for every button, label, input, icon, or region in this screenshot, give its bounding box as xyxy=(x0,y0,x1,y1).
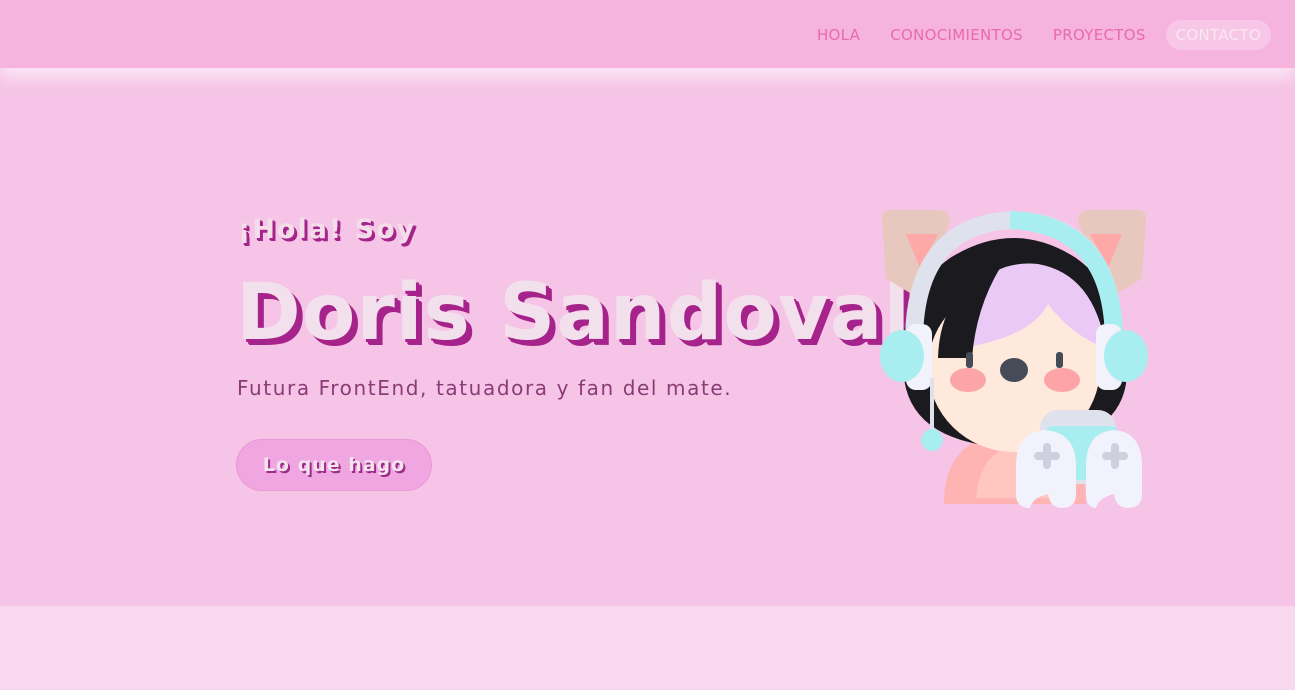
nav-links: HOLA CONOCIMIENTOS PROYECTOS CONTACTO xyxy=(807,20,1271,50)
hero-section: ¡Hola! Soy Doris Sandoval Futura FrontEn… xyxy=(0,68,1295,606)
hero-tagline: Futura FrontEnd, tatuadora y fan del mat… xyxy=(237,376,733,400)
lo-que-hago-button-label: Lo que hago xyxy=(262,454,406,476)
nav-link-conocimientos[interactable]: CONOCIMIENTOS xyxy=(880,20,1033,50)
navbar: HOLA CONOCIMIENTOS PROYECTOS CONTACTO xyxy=(0,0,1295,68)
lo-que-hago-button[interactable]: Lo que hago xyxy=(236,439,432,491)
hero-name: Doris Sandoval xyxy=(236,268,912,358)
page: HOLA CONOCIMIENTOS PROYECTOS CONTACTO ¡H… xyxy=(0,0,1295,690)
nav-link-contacto[interactable]: CONTACTO xyxy=(1165,20,1271,50)
nav-link-proyectos[interactable]: PROYECTOS xyxy=(1043,20,1156,50)
hero-greeting: ¡Hola! Soy xyxy=(238,214,417,245)
next-section-strip xyxy=(0,606,1295,690)
nav-link-hola[interactable]: HOLA xyxy=(807,20,870,50)
gamer-girl-avatar-icon xyxy=(880,208,1148,508)
